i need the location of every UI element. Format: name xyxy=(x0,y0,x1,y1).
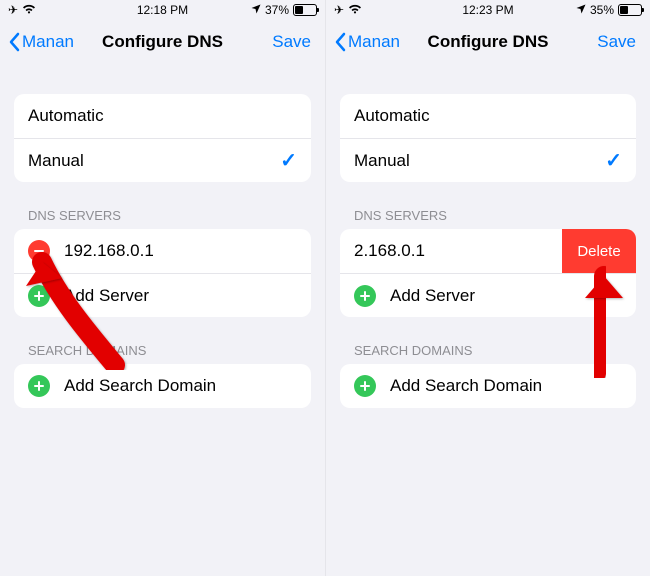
mode-automatic-row[interactable]: Automatic xyxy=(14,94,311,138)
save-button[interactable]: Save xyxy=(272,32,317,52)
add-search-domain-label: Add Search Domain xyxy=(64,376,216,396)
wifi-icon xyxy=(348,3,362,17)
location-icon xyxy=(576,3,586,17)
mode-manual-row[interactable]: Manual ✓ xyxy=(340,138,636,182)
dns-section-header: DNS SERVERS xyxy=(354,208,650,223)
back-label: Manan xyxy=(348,32,400,52)
status-time: 12:18 PM xyxy=(137,3,188,17)
add-search-domain-label: Add Search Domain xyxy=(390,376,542,396)
dns-server-value: 192.168.0.1 xyxy=(64,241,154,261)
wifi-icon xyxy=(22,3,36,17)
plus-icon xyxy=(354,375,376,397)
search-group: Add Search Domain xyxy=(14,364,311,408)
status-bar: ✈︎ 12:18 PM 37% xyxy=(0,0,325,20)
page-title: Configure DNS xyxy=(102,32,223,52)
mode-automatic-label: Automatic xyxy=(28,106,104,126)
back-button[interactable]: Manan xyxy=(334,32,400,52)
chevron-left-icon xyxy=(334,32,346,52)
plus-icon xyxy=(354,285,376,307)
location-icon xyxy=(251,3,261,17)
phone-left: ✈︎ 12:18 PM 37% Manan Configure DNS Save… xyxy=(0,0,325,576)
mode-automatic-row[interactable]: Automatic xyxy=(340,94,636,138)
delete-button[interactable]: Delete xyxy=(562,229,636,273)
back-button[interactable]: Manan xyxy=(8,32,74,52)
airplane-icon: ✈︎ xyxy=(334,3,344,17)
mode-manual-label: Manual xyxy=(354,151,410,171)
chevron-left-icon xyxy=(8,32,20,52)
page-title: Configure DNS xyxy=(428,32,549,52)
plus-icon xyxy=(28,375,50,397)
remove-icon[interactable] xyxy=(28,240,50,262)
add-server-row[interactable]: Add Server xyxy=(14,273,311,317)
mode-group: Automatic Manual ✓ xyxy=(14,94,311,182)
battery-percent: 37% xyxy=(265,3,289,17)
add-search-domain-row[interactable]: Add Search Domain xyxy=(14,364,311,408)
back-label: Manan xyxy=(22,32,74,52)
save-button[interactable]: Save xyxy=(597,32,642,52)
mode-group: Automatic Manual ✓ xyxy=(340,94,636,182)
battery-icon xyxy=(293,4,317,16)
plus-icon xyxy=(28,285,50,307)
mode-manual-row[interactable]: Manual ✓ xyxy=(14,138,311,182)
add-server-row[interactable]: Add Server xyxy=(340,273,636,317)
nav-bar: Manan Configure DNS Save xyxy=(326,20,650,64)
checkmark-icon: ✓ xyxy=(605,148,622,173)
phone-right: ✈︎ 12:23 PM 35% Manan Configure DNS Save… xyxy=(325,0,650,576)
status-time: 12:23 PM xyxy=(462,3,513,17)
airplane-icon: ✈︎ xyxy=(8,3,18,17)
dns-server-value: 2.168.0.1 xyxy=(354,241,425,261)
battery-icon xyxy=(618,4,642,16)
dns-group: 192.168.0.1 Add Server xyxy=(14,229,311,317)
dns-section-header: DNS SERVERS xyxy=(28,208,325,223)
search-group: Add Search Domain xyxy=(340,364,636,408)
nav-bar: Manan Configure DNS Save xyxy=(0,20,325,64)
checkmark-icon: ✓ xyxy=(280,148,297,173)
add-search-domain-row[interactable]: Add Search Domain xyxy=(340,364,636,408)
search-section-header: SEARCH DOMAINS xyxy=(354,343,650,358)
mode-manual-label: Manual xyxy=(28,151,84,171)
mode-automatic-label: Automatic xyxy=(354,106,430,126)
dns-server-row-swiped[interactable]: 2.168.0.1 Delete xyxy=(340,229,636,273)
status-bar: ✈︎ 12:23 PM 35% xyxy=(326,0,650,20)
dns-group: 2.168.0.1 Delete Add Server xyxy=(340,229,636,317)
add-server-label: Add Server xyxy=(390,286,475,306)
add-server-label: Add Server xyxy=(64,286,149,306)
dns-server-row[interactable]: 192.168.0.1 xyxy=(14,229,311,273)
search-section-header: SEARCH DOMAINS xyxy=(28,343,325,358)
battery-percent: 35% xyxy=(590,3,614,17)
